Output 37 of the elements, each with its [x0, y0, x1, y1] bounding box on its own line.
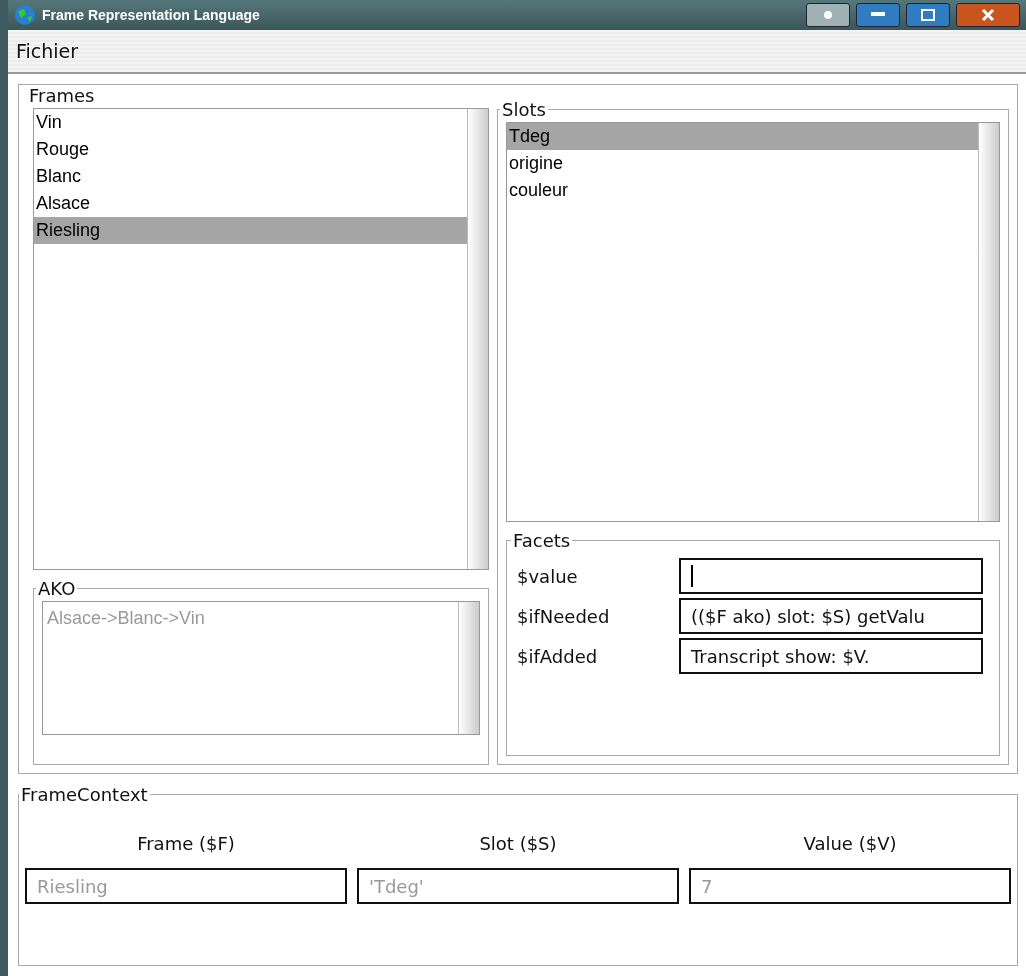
list-item[interactable]: Rouge: [34, 136, 467, 163]
facet-label: $ifNeeded: [517, 605, 611, 627]
maximize-icon: [921, 9, 935, 21]
list-item[interactable]: Blanc: [34, 163, 467, 190]
facet-field[interactable]: (($F ako) slot: $S) getValu: [679, 598, 983, 634]
list-item[interactable]: origine: [507, 150, 978, 177]
scrollbar[interactable]: [978, 123, 999, 521]
list-item[interactable]: Vin: [34, 109, 467, 136]
maximize-button[interactable]: [906, 3, 950, 27]
facet-field[interactable]: [679, 558, 983, 594]
minimize-icon: [871, 12, 885, 18]
facet-field[interactable]: Transcript show: $V.: [679, 638, 983, 674]
group-title: Frames: [28, 85, 96, 106]
minimize-button[interactable]: [856, 3, 900, 27]
window-dot-button[interactable]: [806, 3, 850, 27]
group-title: AKO: [37, 578, 77, 599]
context-label: Value ($V): [803, 833, 897, 854]
group-title: Facets: [512, 530, 572, 551]
scrollbar[interactable]: [467, 109, 488, 569]
scrollbar[interactable]: [458, 602, 479, 734]
dot-icon: [823, 10, 833, 20]
context-label: Slot ($S): [479, 833, 557, 854]
list-item[interactable]: couleur: [507, 177, 978, 204]
close-button[interactable]: [956, 3, 1020, 27]
close-icon: [981, 8, 995, 22]
list-item[interactable]: Alsace: [34, 190, 467, 217]
list-item[interactable]: Riesling: [34, 217, 467, 244]
list-item[interactable]: Tdeg: [507, 123, 978, 150]
menu-item[interactable]: Fichier: [16, 40, 79, 62]
window-title: Frame Representation Language: [42, 7, 261, 23]
context-label: Frame ($F): [137, 833, 235, 854]
group-title: FrameContext: [20, 784, 149, 805]
facet-label: $value: [517, 565, 579, 587]
globe-icon: [14, 4, 36, 26]
group-title: Slots: [501, 99, 547, 120]
ako-text: Alsace->Blanc->Vin: [46, 607, 206, 630]
facet-label: $ifAdded: [517, 645, 599, 667]
